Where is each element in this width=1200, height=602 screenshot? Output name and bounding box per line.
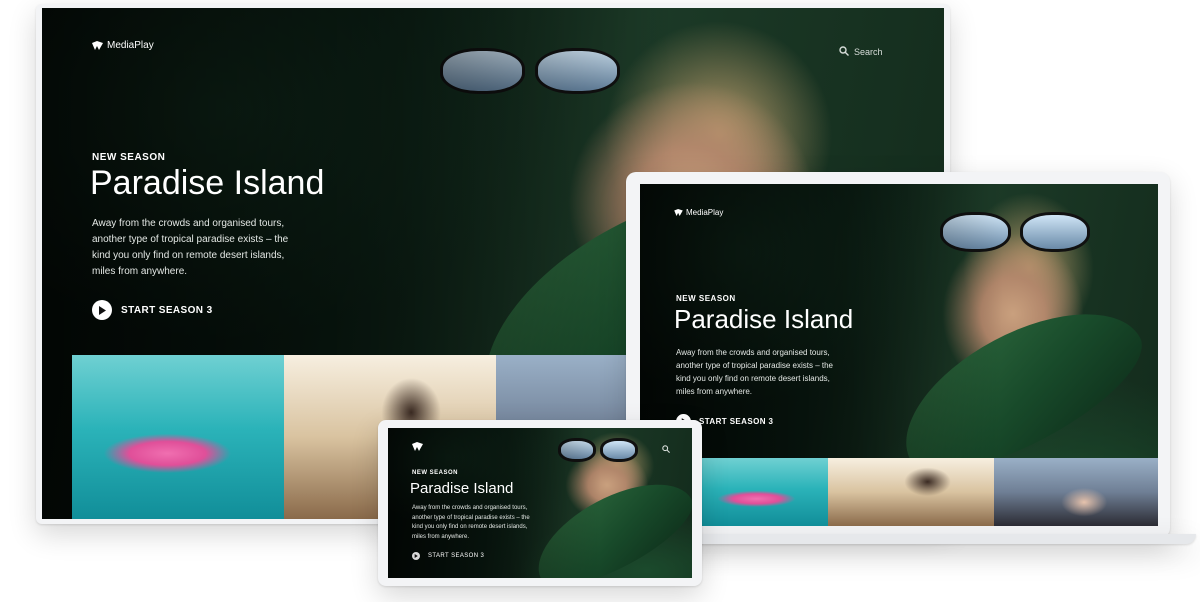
thumbnail-motorbike[interactable]: [828, 458, 994, 526]
thumbnail-hair[interactable]: [994, 458, 1158, 526]
brand-logo[interactable]: MediaPlay: [92, 40, 154, 51]
hero-eyebrow: NEW SEASON: [412, 470, 459, 476]
start-season-button[interactable]: START SEASON 3: [92, 300, 213, 320]
thumbnail-row: [698, 458, 1158, 526]
play-icon: [412, 552, 420, 560]
start-season-label: START SEASON 3: [428, 553, 485, 559]
start-season-label: START SEASON 3: [699, 417, 774, 426]
search-icon[interactable]: [662, 440, 670, 458]
start-season-label: START SEASON 3: [121, 304, 213, 316]
search-button[interactable]: Search: [839, 46, 883, 58]
hero-description: Away from the crowds and organised tours…: [92, 218, 289, 277]
laptop-screen: MediaPlay NEW SEASON Paradise Island Awa…: [640, 184, 1158, 526]
thumbnail-flamingo[interactable]: [72, 355, 284, 519]
hero-title: Paradise Island: [90, 164, 325, 202]
mediaplay-logo-icon[interactable]: [412, 438, 423, 451]
hero-eyebrow: NEW SEASON: [676, 294, 736, 303]
brand-name: MediaPlay: [107, 40, 154, 51]
hero-description: Away from the crowds and organised tours…: [412, 505, 530, 540]
search-icon: [839, 46, 849, 58]
hero-eyebrow: NEW SEASON: [92, 152, 166, 163]
start-season-button[interactable]: START SEASON 3: [412, 552, 484, 560]
brand-name: MediaPlay: [686, 208, 724, 217]
brand-logo[interactable]: MediaPlay: [674, 208, 723, 217]
laptop-base: [666, 534, 1196, 544]
hero-title: Paradise Island: [674, 304, 854, 334]
tablet-device: NEW SEASON Paradise Island Away from the…: [378, 420, 702, 586]
play-icon: [92, 300, 112, 320]
mediaplay-logo-icon: [674, 209, 683, 216]
tablet-screen: NEW SEASON Paradise Island Away from the…: [388, 428, 692, 578]
hero-description: Away from the crowds and organised tours…: [676, 348, 833, 396]
thumbnail-flamingo[interactable]: [698, 458, 828, 526]
search-label: Search: [854, 47, 883, 57]
hero-title: Paradise Island: [410, 480, 514, 497]
laptop-device: MediaPlay NEW SEASON Paradise Island Awa…: [626, 172, 1196, 554]
mediaplay-logo-icon: [92, 41, 103, 50]
